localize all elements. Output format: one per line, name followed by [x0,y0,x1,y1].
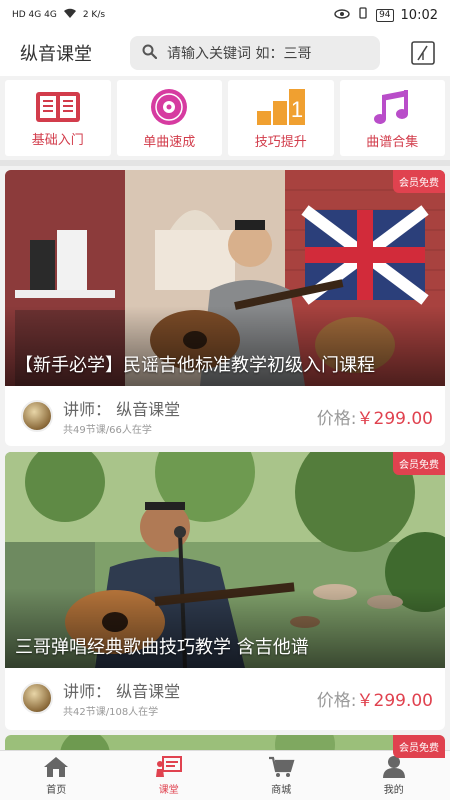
music-note-icon [374,89,409,124]
teacher-name: 讲师： 纵音课堂 [63,400,181,419]
member-free-badge: 会员免费 [393,735,445,758]
course-info: 讲师： 纵音课堂 共49节课/66人在学 价格: ￥299.00 [5,386,445,446]
metronome-icon [411,41,435,65]
category-row: 基础入门 单曲速成 1 技巧提升 曲谱合集 [0,80,450,156]
app-title: 纵音课堂 [20,44,92,65]
nav-label: 首页 [46,785,67,796]
vibrate-icon [357,7,369,23]
nav-label: 我的 [383,785,404,796]
bottom-nav: 首页 课堂 商城 我的 [0,750,450,800]
home-icon [44,757,69,777]
course-info: 讲师： 纵音课堂 共42节课/108人在学 价格: ￥299.00 [5,668,445,728]
course-title: 三哥弹唱经典歌曲技巧教学 含吉他谱 [15,637,309,658]
course-cover[interactable]: 会员免费 三哥弹唱经典歌曲技巧教学 含吉他谱 [5,452,445,668]
price-label: 价格: [316,408,357,429]
course-stats: 共49节课/66人在学 [63,425,152,436]
nav-home[interactable]: 首页 [0,751,113,800]
steps-icon: 1 [256,88,305,125]
price-block: 价格: ￥299.00 [317,686,433,711]
svg-text:1: 1 [291,97,303,122]
category-basics[interactable]: 基础入门 [5,80,111,156]
nav-shop[interactable]: 商城 [225,751,338,800]
classroom-icon [155,756,182,777]
price-value: ￥299.00 [356,690,433,711]
avatar [21,682,53,714]
price-block: 价格: ￥299.00 [317,404,433,429]
tuner-button[interactable] [410,40,436,66]
nav-classroom[interactable]: 课堂 [113,751,226,800]
nav-label: 课堂 [158,785,179,796]
user-icon [382,756,405,778]
teacher-name: 讲师： 纵音课堂 [63,682,181,701]
teacher-block: 讲师： 纵音课堂 共42节课/108人在学 [63,678,180,718]
wifi-icon [63,8,77,22]
search-placeholder: 请输入关键词 如：三哥 [167,46,312,62]
price-label: 价格: [316,690,357,711]
category-label: 曲谱合集 [366,134,419,150]
disc-icon [151,88,188,125]
nav-profile[interactable]: 我的 [338,751,450,800]
course-title: 【新手必学】民谣吉他标准教学初级入门课程 [15,355,375,376]
category-label: 单曲速成 [143,134,196,150]
network-speed: 2 K/s [82,10,106,20]
course-card[interactable]: 会员免费 三哥弹唱经典歌曲技巧教学 含吉他谱 讲师： 纵音课堂 共42节课/10… [5,452,445,730]
price-value: ￥299.00 [356,408,433,429]
search-input[interactable]: 请输入关键词 如：三哥 [130,36,380,70]
category-single-song[interactable]: 单曲速成 [116,80,222,156]
category-sheet-music[interactable]: 曲谱合集 [339,80,445,156]
signal-info: HD 4G 4G [12,10,57,20]
avatar [21,400,53,432]
clock: 10:02 [400,7,438,23]
search-icon [142,44,158,63]
app-header: 纵音课堂 请输入关键词 如：三哥 [0,30,450,76]
status-right: 94 10:02 [334,7,438,23]
course-card[interactable]: 会员免费 【新手必学】民谣吉他标准教学初级入门课程 讲师： 纵音课堂 共49节课… [5,170,445,446]
category-label: 基础入门 [31,132,84,148]
eye-icon [334,8,350,23]
course-stats: 共42节课/108人在学 [63,707,159,718]
course-cover[interactable]: 会员免费 【新手必学】民谣吉他标准教学初级入门课程 [5,170,445,386]
section-divider [0,160,450,166]
category-skills[interactable]: 1 技巧提升 [228,80,334,156]
status-bar: HD 4G 4G 2 K/s 94 10:02 [0,0,450,30]
cart-icon [269,756,295,777]
book-icon [35,91,80,122]
category-label: 技巧提升 [254,134,307,150]
member-free-badge: 会员免费 [393,170,445,193]
member-free-badge: 会员免费 [393,452,445,475]
status-left: HD 4G 4G 2 K/s [12,8,105,22]
teacher-block: 讲师： 纵音课堂 共49节课/66人在学 [63,396,180,436]
nav-label: 商城 [271,785,292,796]
battery-indicator: 94 [376,8,394,22]
